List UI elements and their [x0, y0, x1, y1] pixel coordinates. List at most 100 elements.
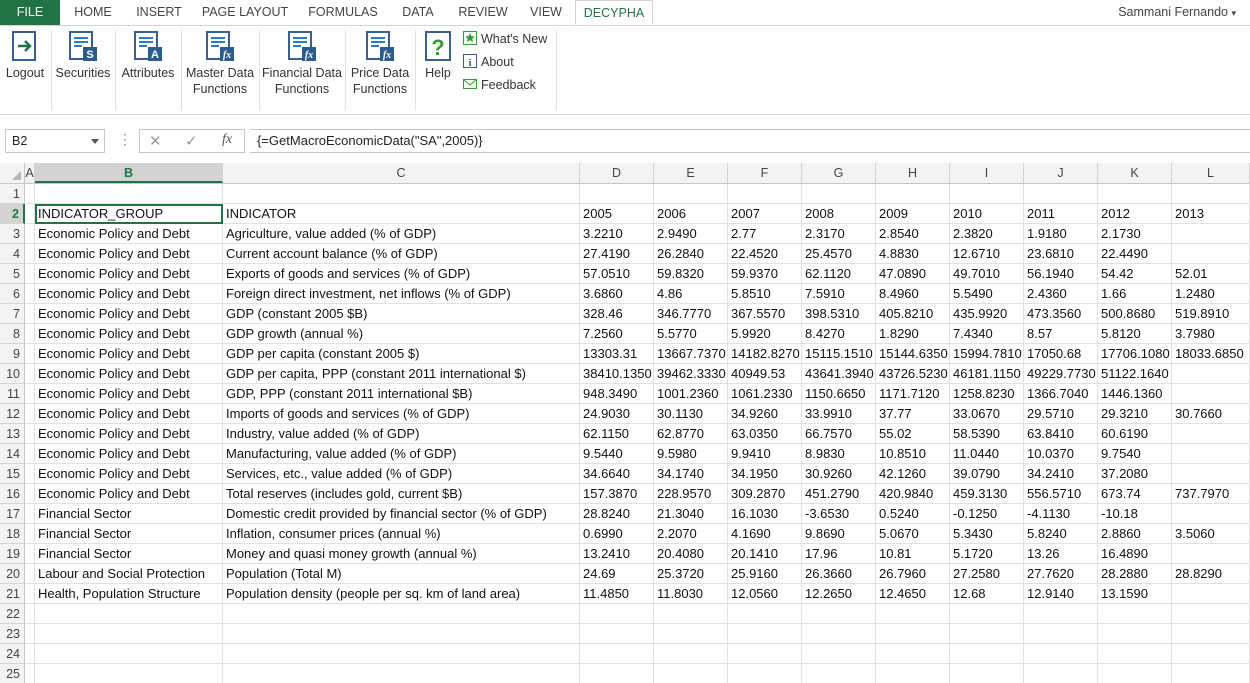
- cell-i15[interactable]: 39.0790: [950, 464, 1024, 484]
- cell-c2[interactable]: INDICATOR: [223, 204, 580, 224]
- cell-g13[interactable]: 66.7570: [802, 424, 876, 444]
- cell-g16[interactable]: 451.2790: [802, 484, 876, 504]
- row-header[interactable]: 19: [0, 544, 25, 564]
- cell-a13[interactable]: [25, 424, 35, 444]
- securities-button[interactable]: S Securities: [54, 26, 112, 112]
- cell-e23[interactable]: [654, 624, 728, 644]
- cell-c15[interactable]: Services, etc., value added (% of GDP): [223, 464, 580, 484]
- row-header[interactable]: 12: [0, 404, 25, 424]
- cell-g2[interactable]: 2008: [802, 204, 876, 224]
- cell-i11[interactable]: 1258.8230: [950, 384, 1024, 404]
- cell-h10[interactable]: 43726.5230: [876, 364, 950, 384]
- row-header[interactable]: 21: [0, 584, 25, 604]
- cell-k22[interactable]: [1098, 604, 1172, 624]
- cell-e17[interactable]: 21.3040: [654, 504, 728, 524]
- cell-c9[interactable]: GDP per capita (constant 2005 $): [223, 344, 580, 364]
- cell-b4[interactable]: Economic Policy and Debt: [35, 244, 223, 264]
- cell-d14[interactable]: 9.5440: [580, 444, 654, 464]
- cell-b25[interactable]: [35, 664, 223, 683]
- cell-d24[interactable]: [580, 644, 654, 664]
- cell-j14[interactable]: 10.0370: [1024, 444, 1098, 464]
- cell-j7[interactable]: 473.3560: [1024, 304, 1098, 324]
- cell-c11[interactable]: GDP, PPP (constant 2011 international $B…: [223, 384, 580, 404]
- cell-a6[interactable]: [25, 284, 35, 304]
- cell-d25[interactable]: [580, 664, 654, 683]
- cell-h6[interactable]: 8.4960: [876, 284, 950, 304]
- row-header[interactable]: 18: [0, 524, 25, 544]
- cell-g19[interactable]: 17.96: [802, 544, 876, 564]
- cell-e25[interactable]: [654, 664, 728, 683]
- row-header[interactable]: 3: [0, 224, 25, 244]
- cell-k7[interactable]: 500.8680: [1098, 304, 1172, 324]
- cell-b23[interactable]: [35, 624, 223, 644]
- cell-f22[interactable]: [728, 604, 802, 624]
- cell-g22[interactable]: [802, 604, 876, 624]
- tab-insert[interactable]: INSERT: [126, 0, 192, 25]
- cell-f2[interactable]: 2007: [728, 204, 802, 224]
- cell-l12[interactable]: 30.7660: [1172, 404, 1250, 424]
- cell-e14[interactable]: 9.5980: [654, 444, 728, 464]
- cell-d5[interactable]: 57.0510: [580, 264, 654, 284]
- cell-k4[interactable]: 22.4490: [1098, 244, 1172, 264]
- cell-f21[interactable]: 12.0560: [728, 584, 802, 604]
- cell-b12[interactable]: Economic Policy and Debt: [35, 404, 223, 424]
- cell-d18[interactable]: 0.6990: [580, 524, 654, 544]
- cell-c21[interactable]: Population density (people per sq. km of…: [223, 584, 580, 604]
- cell-c17[interactable]: Domestic credit provided by financial se…: [223, 504, 580, 524]
- cell-l18[interactable]: 3.5060: [1172, 524, 1250, 544]
- cell-b16[interactable]: Economic Policy and Debt: [35, 484, 223, 504]
- cell-k8[interactable]: 5.8120: [1098, 324, 1172, 344]
- cell-e12[interactable]: 30.1130: [654, 404, 728, 424]
- cell-f24[interactable]: [728, 644, 802, 664]
- cell-e10[interactable]: 39462.3330: [654, 364, 728, 384]
- cell-k6[interactable]: 1.66: [1098, 284, 1172, 304]
- cell-e18[interactable]: 2.2070: [654, 524, 728, 544]
- cell-j13[interactable]: 63.8410: [1024, 424, 1098, 444]
- cell-i14[interactable]: 11.0440: [950, 444, 1024, 464]
- row-header[interactable]: 5: [0, 264, 25, 284]
- tab-review[interactable]: REVIEW: [448, 0, 518, 25]
- cell-j10[interactable]: 49229.7730: [1024, 364, 1098, 384]
- cell-h15[interactable]: 42.1260: [876, 464, 950, 484]
- cell-b11[interactable]: Economic Policy and Debt: [35, 384, 223, 404]
- cell-h12[interactable]: 37.77: [876, 404, 950, 424]
- whats-new-button[interactable]: What's New: [463, 29, 547, 49]
- cell-d4[interactable]: 27.4190: [580, 244, 654, 264]
- logout-button[interactable]: Logout: [2, 26, 48, 112]
- cell-k12[interactable]: 29.3210: [1098, 404, 1172, 424]
- cell-i6[interactable]: 5.5490: [950, 284, 1024, 304]
- cell-a9[interactable]: [25, 344, 35, 364]
- cell-h1[interactable]: [876, 184, 950, 204]
- cell-c22[interactable]: [223, 604, 580, 624]
- attributes-button[interactable]: A Attributes: [118, 26, 178, 112]
- cell-c10[interactable]: GDP per capita, PPP (constant 2011 inter…: [223, 364, 580, 384]
- cell-a19[interactable]: [25, 544, 35, 564]
- tab-page-layout[interactable]: PAGE LAYOUT: [192, 0, 298, 25]
- cell-h16[interactable]: 420.9840: [876, 484, 950, 504]
- column-header-b[interactable]: B: [35, 163, 223, 183]
- cell-b20[interactable]: Labour and Social Protection: [35, 564, 223, 584]
- cell-d9[interactable]: 13303.31: [580, 344, 654, 364]
- cell-l24[interactable]: [1172, 644, 1250, 664]
- cell-f25[interactable]: [728, 664, 802, 683]
- cell-i8[interactable]: 7.4340: [950, 324, 1024, 344]
- cell-j11[interactable]: 1366.7040: [1024, 384, 1098, 404]
- cell-e16[interactable]: 228.9570: [654, 484, 728, 504]
- cell-j1[interactable]: [1024, 184, 1098, 204]
- cell-i23[interactable]: [950, 624, 1024, 644]
- column-header-d[interactable]: D: [580, 163, 654, 183]
- tab-formulas[interactable]: FORMULAS: [298, 0, 388, 25]
- cell-h4[interactable]: 4.8830: [876, 244, 950, 264]
- cell-k18[interactable]: 2.8860: [1098, 524, 1172, 544]
- tab-view[interactable]: VIEW: [518, 0, 574, 25]
- cell-e19[interactable]: 20.4080: [654, 544, 728, 564]
- cell-g11[interactable]: 1150.6650: [802, 384, 876, 404]
- cell-j23[interactable]: [1024, 624, 1098, 644]
- cell-c3[interactable]: Agriculture, value added (% of GDP): [223, 224, 580, 244]
- cell-b3[interactable]: Economic Policy and Debt: [35, 224, 223, 244]
- cell-f7[interactable]: 367.5570: [728, 304, 802, 324]
- cell-k9[interactable]: 17706.1080: [1098, 344, 1172, 364]
- cell-l16[interactable]: 737.7970: [1172, 484, 1250, 504]
- tab-decypha[interactable]: DECYPHA: [575, 0, 653, 25]
- cell-e24[interactable]: [654, 644, 728, 664]
